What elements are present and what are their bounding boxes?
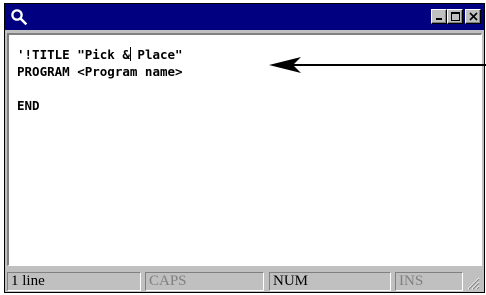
close-button[interactable] (465, 9, 481, 24)
arrow-left-icon (269, 57, 486, 73)
resize-grip-icon[interactable] (466, 276, 480, 290)
magnifier-icon[interactable] (10, 8, 28, 26)
code-line: END (17, 98, 40, 113)
insert-mode-indicator: INS (395, 272, 463, 291)
editor-window: '!TITLE "Pick & Place" PROGRAM <Program … (4, 3, 486, 293)
caps-lock-indicator: CAPS (145, 272, 264, 291)
close-icon (469, 12, 478, 21)
title-bar[interactable] (5, 4, 484, 30)
num-lock-indicator: NUM (269, 272, 391, 291)
maximize-button[interactable] (447, 9, 463, 24)
code-text: Place" (129, 47, 183, 62)
line-count-panel: 1 line (7, 272, 141, 291)
status-bar: 1 line CAPS NUM INS (7, 270, 482, 291)
minimize-button[interactable] (431, 9, 447, 24)
code-text: '!TITLE "Pick & (17, 47, 130, 62)
